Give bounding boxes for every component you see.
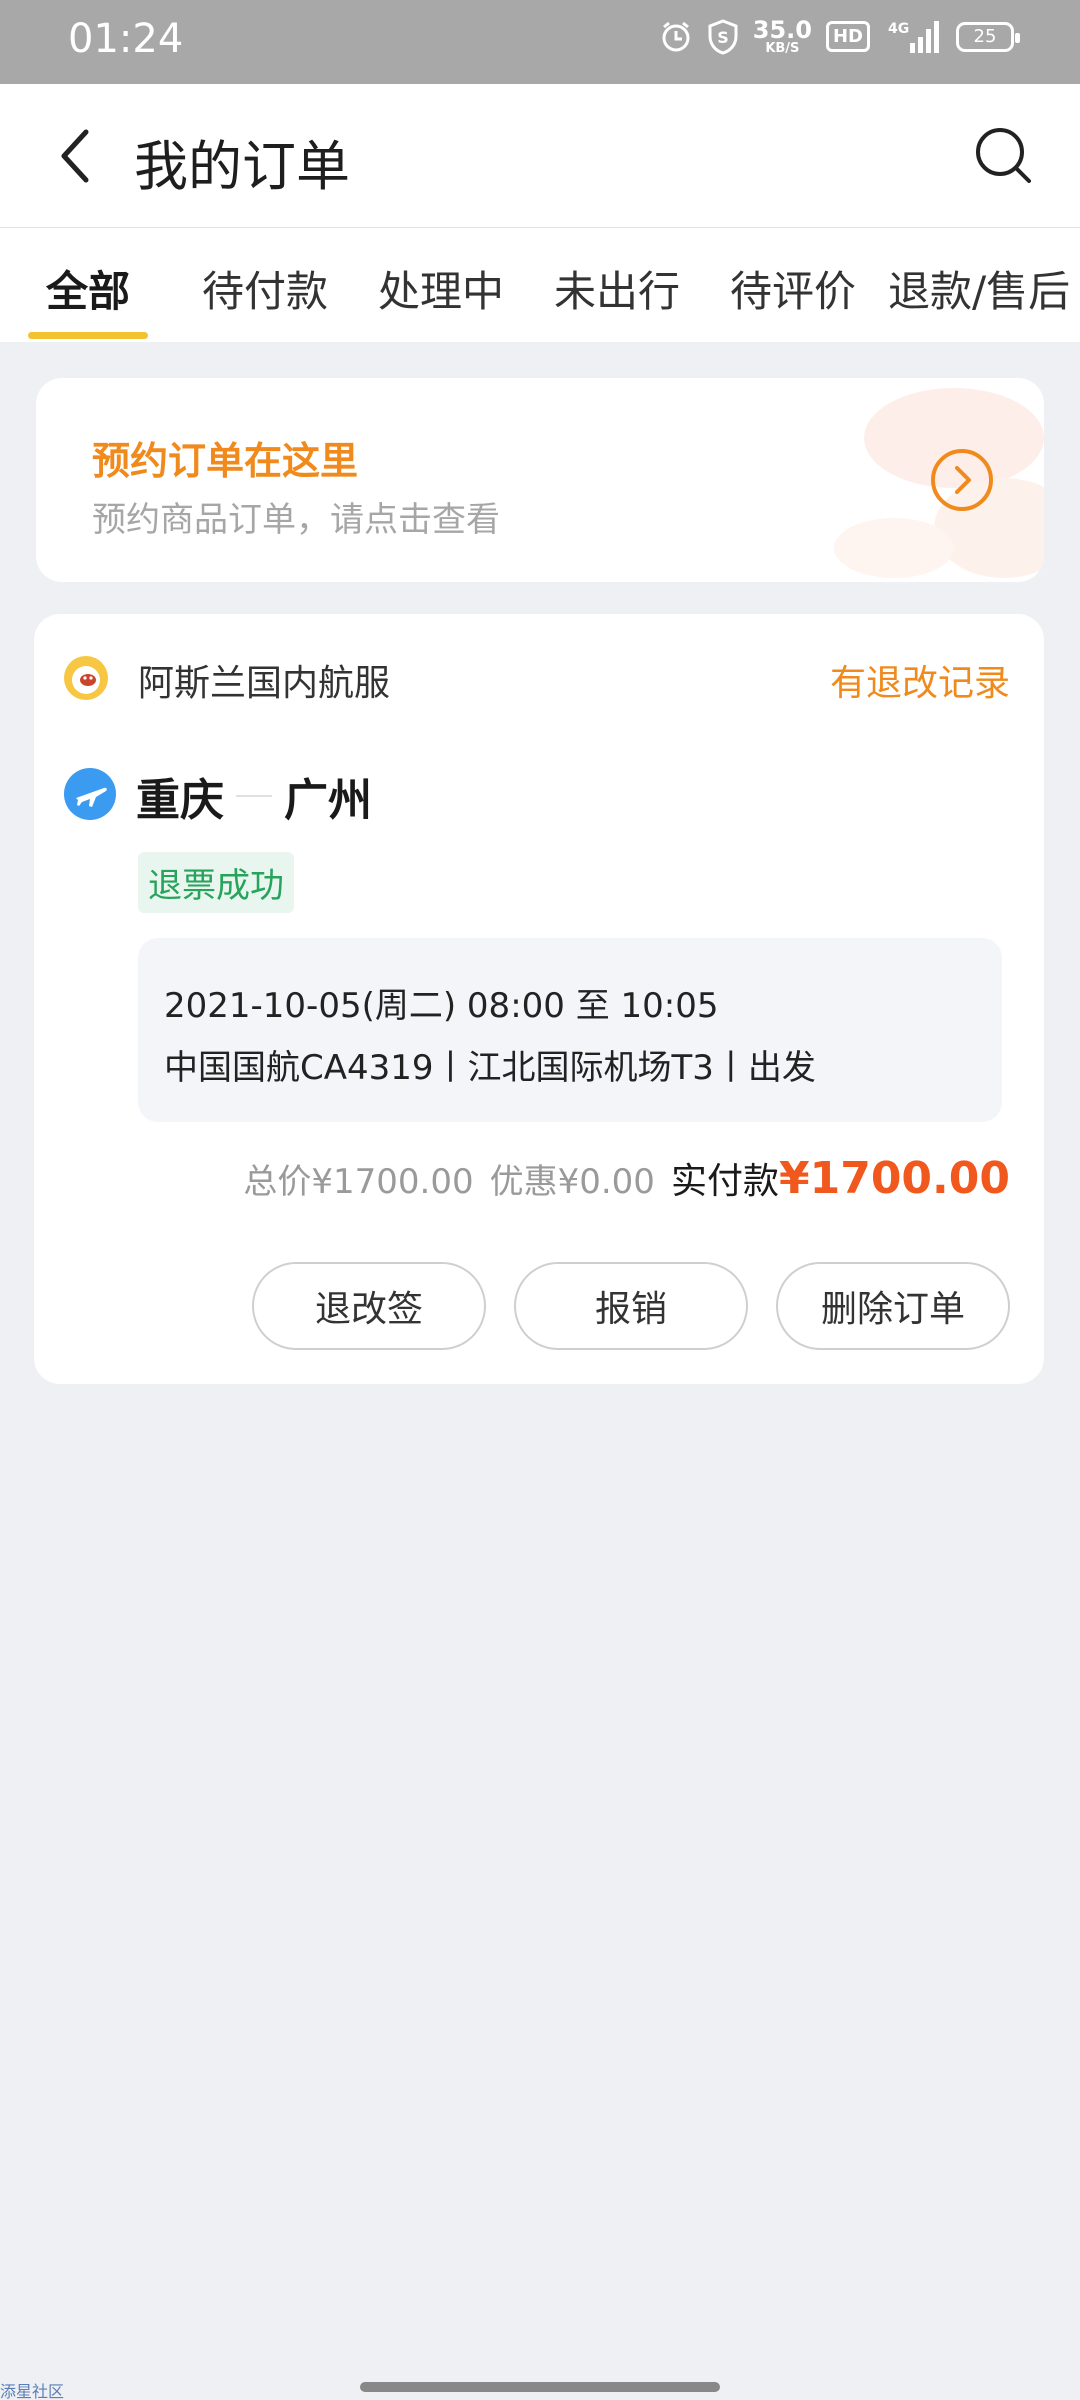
shield-icon: S [707,18,739,55]
change-refund-button[interactable]: 退改签 [252,1262,486,1350]
header: 我的订单 [0,84,1080,228]
chevron-left-icon [61,129,89,183]
tab-refund-aftersale[interactable]: 退款/售后 [888,258,1070,319]
battery-icon: 25 [956,21,1020,52]
search-button[interactable] [968,120,1040,192]
status-icons: S 35.0 KB/S HD 4G 25 [659,16,1020,56]
home-indicator[interactable] [360,2382,720,2392]
tab-not-traveled[interactable]: 未出行 [554,258,680,319]
svg-text:S: S [717,28,729,47]
back-button[interactable] [40,120,112,192]
flight-info-box: 2021-10-05(周二) 08:00 至 10:05 中国国航CA4319丨… [138,938,1002,1122]
chevron-right-circle-icon[interactable] [930,448,994,512]
paid-amount: ¥1700.00 [778,1153,1010,1204]
status-time: 01:24 [68,16,184,62]
paid-label: 实付款 [670,1161,779,1202]
price-row: 总价¥1700.00 优惠¥0.00 实付款 ¥1700.00 [243,1152,1010,1204]
order-tabs: 全部 待付款 处理中 未出行 待评价 退款/售后 [0,228,1080,342]
order-card[interactable]: 阿斯兰国内航服 有退改记录 重庆 广州 退票成功 2021-10-05(周二) … [34,614,1044,1384]
discount: 优惠¥0.00 [489,1162,655,1202]
merchant-name[interactable]: 阿斯兰国内航服 [138,654,390,706]
reimburse-button[interactable]: 报销 [514,1262,748,1350]
tab-all[interactable]: 全部 [46,258,130,319]
delete-order-button[interactable]: 删除订单 [776,1262,1010,1350]
reservation-banner[interactable]: 预约订单在这里 预约商品订单，请点击查看 [36,378,1044,582]
airplane-icon [64,768,116,820]
signal-icon: 4G [884,19,942,55]
status-bar: 01:24 S 35.0 KB/S HD 4G 25 [0,0,1080,84]
active-tab-indicator [28,332,148,339]
banner-subtitle: 预约商品订单，请点击查看 [92,500,500,540]
page-title: 我的订单 [134,135,350,198]
hd-badge: HD [825,21,870,52]
arrival-city: 广州 [284,775,372,826]
order-actions: 退改签 报销 删除订单 [252,1262,1010,1350]
tab-processing[interactable]: 处理中 [378,258,504,319]
tab-to-review[interactable]: 待评价 [730,258,856,319]
watermark: 添星社区 [0,2382,65,2400]
flight-detail: 中国国航CA4319丨江北国际机场T3丨出发 [164,1048,816,1088]
net-speed: 35.0 KB/S [752,16,812,56]
banner-decoration [834,388,1044,578]
alarm-icon [659,20,693,54]
flight-route: 重庆 广州 [136,764,372,828]
flight-time: 2021-10-05(周二) 08:00 至 10:05 [164,986,719,1026]
change-record-link[interactable]: 有退改记录 [830,654,1010,706]
svg-text:4G: 4G [888,21,909,37]
search-icon [976,128,1031,183]
status-badge: 退票成功 [138,852,294,913]
banner-title: 预约订单在这里 [92,439,359,483]
route-separator [236,795,272,797]
merchant-logo-icon [64,656,108,700]
departure-city: 重庆 [136,775,224,826]
tab-pending-payment[interactable]: 待付款 [202,258,328,319]
total-price: 总价¥1700.00 [243,1162,474,1202]
